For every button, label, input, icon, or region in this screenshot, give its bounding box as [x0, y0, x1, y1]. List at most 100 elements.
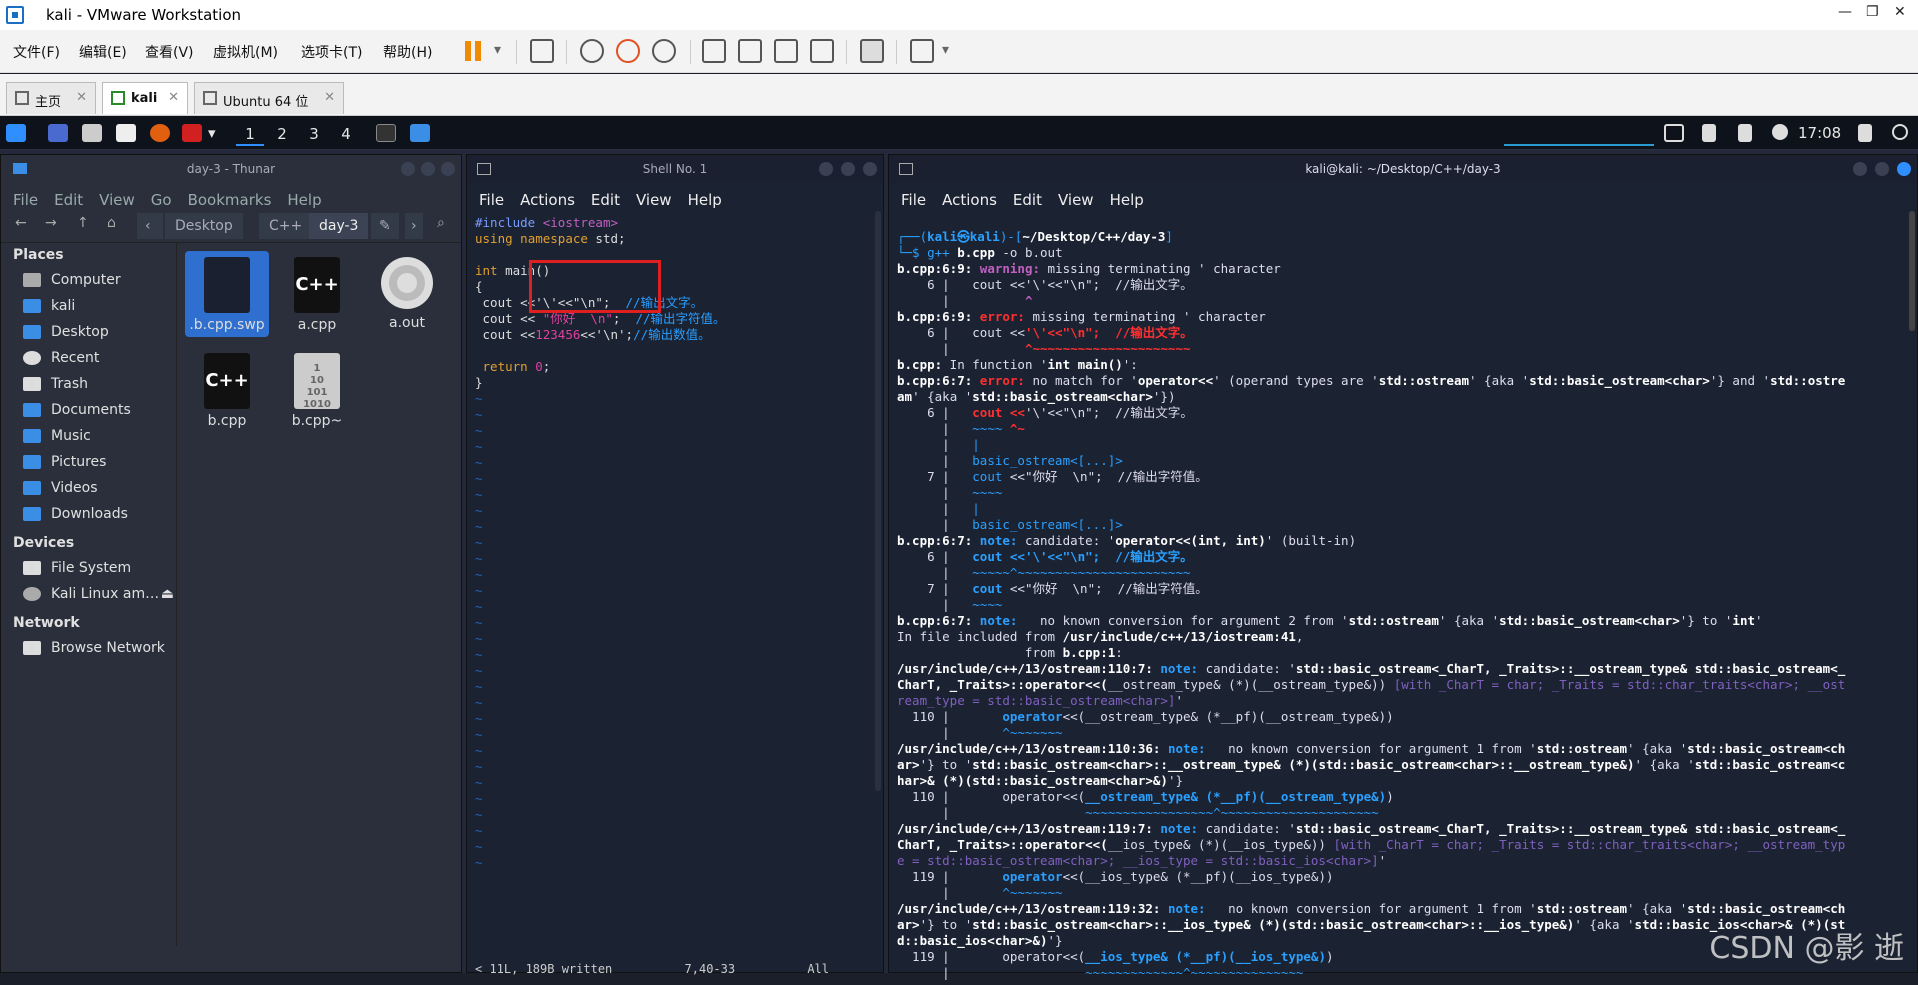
chevron-down-icon[interactable]: ▾ — [208, 124, 216, 142]
close-icon[interactable]: ✕ — [168, 90, 179, 105]
menu-edit[interactable]: Edit — [591, 191, 620, 209]
chevron-down-icon[interactable]: ▾ — [942, 42, 949, 58]
close-button[interactable] — [863, 162, 877, 176]
search-icon[interactable]: ⌕ — [437, 215, 445, 231]
menu-help[interactable]: Help — [688, 191, 722, 209]
thumbnail-view-icon[interactable] — [738, 39, 762, 63]
sidebar-item-recent[interactable]: Recent — [1, 345, 176, 371]
eject-icon[interactable]: ⏏ — [161, 581, 174, 607]
notification-bell-icon[interactable] — [1738, 124, 1752, 142]
kali-menu-icon[interactable] — [6, 124, 26, 142]
close-button[interactable] — [441, 162, 455, 176]
minimize-button[interactable] — [401, 162, 415, 176]
menu-go[interactable]: Go — [151, 191, 172, 209]
snapshot-manager-icon[interactable] — [652, 39, 676, 63]
folder-task-icon[interactable] — [410, 124, 430, 142]
menu-help[interactable]: 帮助(H) — [383, 42, 432, 62]
unity-icon[interactable] — [810, 39, 834, 63]
home-icon[interactable]: ⌂ — [107, 215, 116, 231]
close-button[interactable]: ✕ — [1894, 4, 1906, 20]
sidebar-item-documents[interactable]: Documents — [1, 397, 176, 423]
menu-view[interactable]: View — [99, 191, 135, 209]
fullscreen-icon[interactable] — [774, 39, 798, 63]
maximize-button[interactable] — [1875, 162, 1889, 176]
workspace-2[interactable]: 2 — [268, 122, 296, 146]
text-editor-icon[interactable] — [116, 124, 136, 142]
workspace-3[interactable]: 3 — [300, 122, 328, 146]
close-icon[interactable]: ✕ — [76, 90, 87, 105]
minimize-button[interactable] — [1853, 162, 1867, 176]
forward-icon[interactable]: → — [45, 215, 57, 231]
chevron-right-icon[interactable]: › — [405, 213, 423, 239]
breadcrumb-desktop[interactable]: Desktop — [165, 213, 243, 239]
menu-actions[interactable]: Actions — [520, 191, 575, 209]
file-item[interactable]: a.out — [365, 251, 449, 331]
close-icon[interactable]: ✕ — [324, 90, 335, 105]
scrollbar[interactable] — [1909, 211, 1915, 331]
menu-file[interactable]: 文件(F) — [13, 42, 60, 62]
maximize-button[interactable] — [841, 162, 855, 176]
menu-tabs[interactable]: 选项卡(T) — [301, 42, 362, 62]
chevron-left-icon[interactable]: ‹ — [137, 213, 163, 239]
sidebar-item-downloads[interactable]: Downloads — [1, 501, 176, 527]
menu-actions[interactable]: Actions — [942, 191, 997, 209]
send-keys-icon[interactable] — [530, 39, 554, 63]
sidebar-item-kali-media[interactable]: Kali Linux am… ⏏ — [1, 581, 176, 607]
sidebar-item-trash[interactable]: Trash — [1, 371, 176, 397]
panel-clock[interactable]: 17:08 — [1798, 124, 1841, 142]
menu-bookmarks[interactable]: Bookmarks — [188, 191, 272, 209]
menu-help[interactable]: Help — [1110, 191, 1144, 209]
chevron-down-icon[interactable]: ▾ — [494, 42, 501, 58]
terminal-group-icon[interactable] — [376, 124, 396, 142]
file-item[interactable]: C++ a.cpp — [275, 251, 359, 333]
menu-vm[interactable]: 虚拟机(M) — [213, 42, 278, 62]
menu-edit[interactable]: Edit — [54, 191, 83, 209]
stretch-icon[interactable] — [910, 39, 934, 63]
sidebar-item-filesystem[interactable]: File System — [1, 555, 176, 581]
menu-edit[interactable]: Edit — [1013, 191, 1042, 209]
file-item[interactable]: C++ b.cpp — [185, 347, 269, 429]
scrollbar[interactable] — [875, 211, 881, 791]
revert-snapshot-icon[interactable] — [616, 39, 640, 63]
terminal-icon[interactable] — [182, 124, 202, 142]
sidebar-item-browse-network[interactable]: Browse Network — [1, 635, 176, 661]
workspace-1[interactable]: 1 — [236, 122, 264, 146]
display-icon[interactable] — [1664, 124, 1684, 142]
edit-path-icon[interactable]: ✎ — [371, 213, 399, 239]
minimize-button[interactable] — [819, 162, 833, 176]
volume-icon[interactable] — [1702, 124, 1716, 142]
sidebar-item-desktop[interactable]: Desktop — [1, 319, 176, 345]
menu-edit[interactable]: 编辑(E) — [79, 42, 127, 62]
lock-icon[interactable] — [1858, 124, 1872, 142]
menu-view[interactable]: 查看(V) — [145, 42, 194, 62]
show-desktop-icon[interactable] — [48, 124, 68, 142]
close-button[interactable] — [1897, 162, 1911, 176]
power-icon[interactable] — [1892, 124, 1908, 140]
breadcrumb-cpp[interactable]: C++ — [259, 213, 313, 239]
menu-file[interactable]: File — [13, 191, 38, 209]
console-icon[interactable] — [860, 39, 884, 63]
firefox-icon[interactable] — [150, 124, 170, 142]
maximize-button[interactable]: ❐ — [1866, 4, 1879, 20]
menu-file[interactable]: File — [479, 191, 504, 209]
minimize-button[interactable]: — — [1838, 4, 1852, 20]
workspace-4[interactable]: 4 — [332, 122, 360, 146]
snapshot-icon[interactable] — [580, 39, 604, 63]
file-item[interactable]: 1 10 101 1010 b.cpp~ — [275, 347, 359, 429]
menu-help[interactable]: Help — [287, 191, 321, 209]
compiler-output[interactable]: ┌──(kali㉿kali)-[~/Desktop/C++/day-3] └─$… — [889, 209, 1917, 985]
breadcrumb-day3[interactable]: day-3 — [309, 213, 369, 239]
tab-home[interactable]: 主页 ✕ — [6, 82, 96, 114]
file-item[interactable]: .b.cpp.swp — [185, 251, 269, 337]
sidebar-item-music[interactable]: Music — [1, 423, 176, 449]
tab-ubuntu[interactable]: Ubuntu 64 位 ✕ — [194, 82, 344, 114]
menu-view[interactable]: View — [636, 191, 672, 209]
pause-icon[interactable] — [462, 39, 486, 63]
tab-kali[interactable]: kali ✕ — [102, 82, 188, 114]
sidebar-view-icon[interactable] — [702, 39, 726, 63]
maximize-button[interactable] — [421, 162, 435, 176]
back-icon[interactable]: ← — [15, 215, 27, 231]
file-manager-icon[interactable] — [82, 124, 102, 142]
sidebar-item-kali[interactable]: kali — [1, 293, 176, 319]
sidebar-item-pictures[interactable]: Pictures — [1, 449, 176, 475]
